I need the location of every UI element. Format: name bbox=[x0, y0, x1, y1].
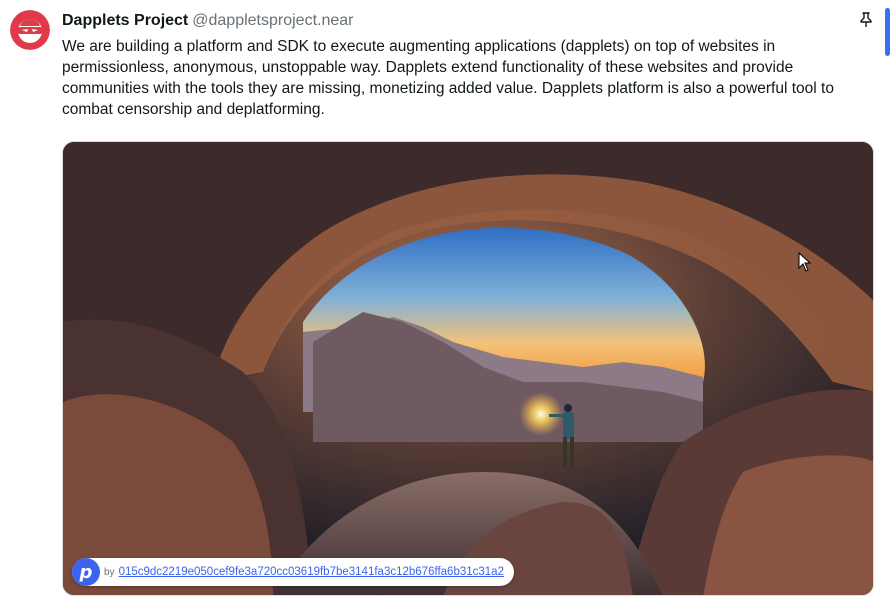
mouse-cursor-icon bbox=[798, 251, 812, 277]
rock-arch-landscape-photo bbox=[63, 142, 873, 595]
author-line: Dapplets Project @dappletsproject.near bbox=[62, 11, 354, 31]
credit-hash-link[interactable]: 015c9dc2219e050cef9fe3a720cc03619fb7be31… bbox=[119, 566, 504, 578]
post-image[interactable] bbox=[62, 141, 874, 596]
post-card: Dapplets Project @dappletsproject.near We… bbox=[0, 0, 894, 604]
scrollbar-thumb[interactable] bbox=[885, 8, 890, 56]
author-handle[interactable]: @dappletsproject.near bbox=[192, 12, 353, 29]
author-name[interactable]: Dapplets Project bbox=[62, 12, 188, 29]
credit-by-label: by bbox=[104, 566, 115, 578]
avatar[interactable] bbox=[10, 10, 50, 50]
pin-icon[interactable] bbox=[856, 10, 876, 30]
paras-logo-icon[interactable]: p bbox=[72, 558, 100, 586]
post-text: We are building a platform and SDK to ex… bbox=[62, 38, 834, 118]
ninja-mask-icon bbox=[10, 10, 50, 50]
nft-credit-badge: p by 015c9dc2219e050cef9fe3a720cc03619fb… bbox=[72, 558, 514, 586]
